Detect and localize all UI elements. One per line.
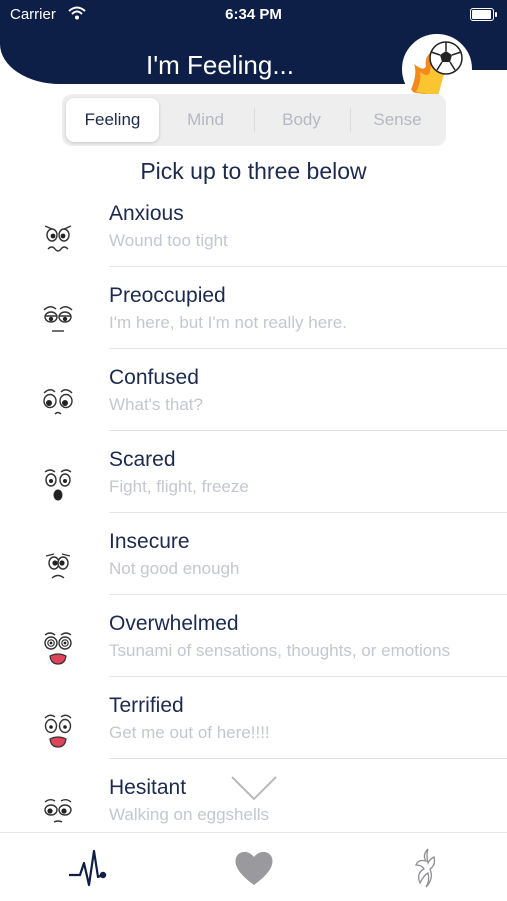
feeling-description: Not good enough	[109, 559, 240, 578]
feeling-label: Confused	[109, 366, 199, 389]
preoccupied-face-icon	[43, 306, 73, 332]
row-divider	[109, 430, 507, 431]
row-divider	[109, 758, 507, 759]
list-item[interactable]: Confused What's that?	[0, 364, 507, 446]
chevron-down-icon[interactable]	[230, 774, 278, 802]
row-divider	[109, 266, 507, 267]
feeling-label: Insecure	[109, 530, 190, 553]
feeling-description: Wound too tight	[109, 231, 228, 250]
feeling-label: Preoccupied	[109, 284, 226, 307]
list-item[interactable]: Insecure Not good enough	[0, 528, 507, 610]
row-divider	[109, 348, 507, 349]
row-divider	[109, 676, 507, 677]
phoenix-icon[interactable]	[400, 843, 448, 891]
feeling-description: Tsunami of sensations, thoughts, or emot…	[109, 641, 451, 660]
row-divider	[109, 594, 507, 595]
anxious-face-icon	[44, 225, 72, 252]
list-item[interactable]: Terrified Get me out of here!!!!	[0, 692, 507, 774]
insecure-face-icon	[45, 553, 71, 579]
overwhelmed-face-icon	[44, 632, 72, 665]
category-segmented-control: Feeling Mind Body Sense	[62, 94, 446, 146]
feeling-description: What's that?	[109, 395, 203, 414]
feeling-label: Terrified	[109, 694, 184, 717]
status-time: 6:34 PM	[225, 6, 282, 23]
feeling-description: Fight, flight, freeze	[109, 477, 249, 496]
feeling-label: Scared	[109, 448, 176, 471]
feeling-label: Hesitant	[109, 776, 187, 799]
scared-face-icon	[44, 469, 72, 501]
battery-icon	[470, 8, 494, 21]
status-bar: Carrier 6:34 PM	[0, 0, 507, 30]
row-divider	[109, 512, 507, 513]
terrified-face-icon	[44, 714, 72, 748]
heart-icon[interactable]	[230, 843, 278, 891]
bottom-tab-bar	[0, 832, 507, 901]
tab-body[interactable]: Body	[255, 98, 348, 142]
feeling-label: Overwhelmed	[109, 612, 239, 635]
hesitant-face-icon	[44, 799, 72, 823]
confused-face-icon	[43, 389, 73, 415]
list-item[interactable]: Preoccupied I'm here, but I'm not really…	[0, 282, 507, 364]
feeling-label: Anxious	[109, 202, 184, 225]
instruction-text: Pick up to three below	[140, 158, 367, 184]
page-title: I'm Feeling...	[145, 50, 294, 80]
list-item[interactable]: Scared Fight, flight, freeze	[0, 446, 507, 528]
feeling-description: Get me out of here!!!!	[109, 723, 270, 742]
battery-cap	[495, 12, 497, 17]
heartbeat-pulse-icon[interactable]	[66, 843, 114, 891]
feeling-description: Walking on eggshells	[109, 805, 270, 824]
list-item[interactable]: Anxious Wound too tight	[0, 200, 507, 282]
list-item[interactable]: Overwhelmed Tsunami of sensations, thoug…	[0, 610, 507, 692]
tab-sense[interactable]: Sense	[351, 98, 444, 142]
feeling-description: I'm here, but I'm not really here.	[109, 313, 347, 332]
tab-mind[interactable]: Mind	[159, 98, 252, 142]
tab-feeling[interactable]: Feeling	[66, 98, 159, 142]
